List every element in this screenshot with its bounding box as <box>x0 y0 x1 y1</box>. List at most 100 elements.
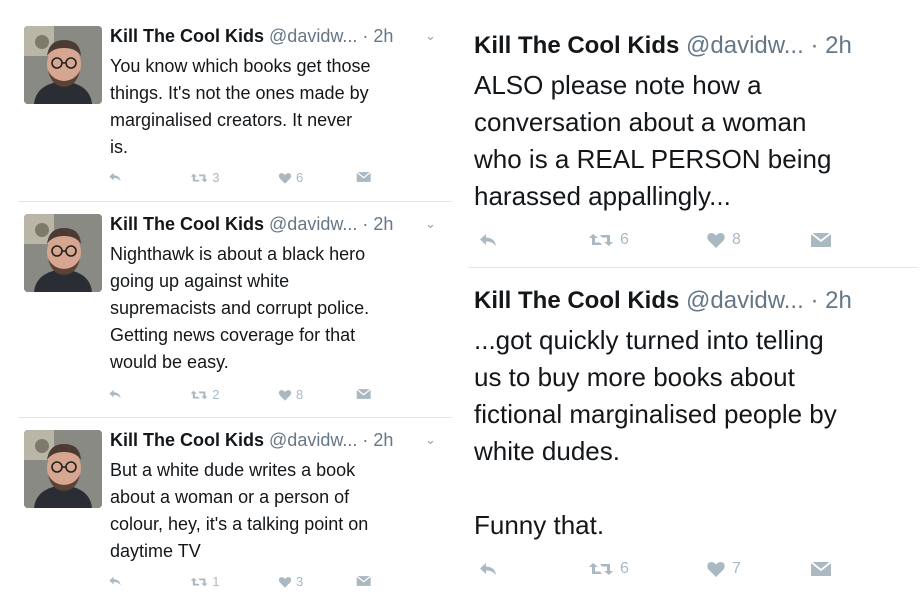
display-name[interactable]: Kill The Cool Kids <box>474 287 679 314</box>
retweet-icon <box>588 559 614 579</box>
like-button[interactable]: 8 <box>706 230 741 250</box>
tweet-header: Kill The Cool Kids @davidw... · 2h <box>474 287 852 315</box>
left-screenshot-panel: Kill The Cool Kids @davidw... · 2h ⌄ You… <box>0 0 456 614</box>
tweet-text-line: things. It's not the ones made by <box>110 83 369 103</box>
like-button[interactable]: 6 <box>278 170 303 185</box>
direct-message-button[interactable] <box>356 574 372 588</box>
tweet-text-line: white dudes. <box>474 436 620 466</box>
chevron-down-icon[interactable]: ⌄ <box>425 432 436 448</box>
direct-message-icon <box>810 230 832 250</box>
direct-message-icon <box>810 559 832 579</box>
timestamp[interactable]: · 2h <box>362 26 393 46</box>
reply-icon <box>478 230 498 250</box>
reply-button[interactable] <box>108 170 122 184</box>
tweet-text-line: daytime TV <box>110 541 201 561</box>
tweet-text: ALSO please note how a conversation abou… <box>474 67 914 215</box>
heart-icon <box>278 171 292 185</box>
right-screenshot-panel: Kill The Cool Kids @davidw... · 2h ALSO … <box>456 0 922 614</box>
tweet-text-line <box>474 470 914 507</box>
timestamp[interactable]: · 2h <box>810 287 851 314</box>
user-handle[interactable]: @davidw... <box>686 287 804 314</box>
divider <box>468 267 918 268</box>
tweet-text-line: supremacists and corrupt police. <box>110 298 370 318</box>
retweet-button[interactable]: 3 <box>190 170 219 185</box>
display-name[interactable]: Kill The Cool Kids <box>110 26 264 46</box>
user-handle[interactable]: @davidw... <box>269 214 357 234</box>
avatar[interactable] <box>24 26 102 104</box>
tweet-text-line: You know which books get those <box>110 56 371 76</box>
like-button[interactable]: 8 <box>278 387 303 402</box>
display-name[interactable]: Kill The Cool Kids <box>474 32 679 59</box>
tweet-text-line: marginalised creators. It never <box>110 110 353 130</box>
retweet-button[interactable]: 6 <box>588 230 629 250</box>
avatar[interactable] <box>24 430 102 508</box>
direct-message-icon <box>356 574 372 588</box>
retweet-button[interactable]: 6 <box>588 559 629 579</box>
tweet-text-line: going up against white <box>110 271 290 291</box>
reply-button[interactable] <box>108 574 122 588</box>
reply-button[interactable] <box>108 387 122 401</box>
chevron-down-icon[interactable]: ⌄ <box>425 28 436 44</box>
tweet-text-line: Getting news coverage for that <box>110 325 356 345</box>
tweet-header: Kill The Cool Kids @davidw... · 2h <box>110 26 393 47</box>
reply-button[interactable] <box>478 559 498 579</box>
tweet-text: You know which books get those things. I… <box>110 53 450 161</box>
tweet-header: Kill The Cool Kids @davidw... · 2h <box>110 430 393 451</box>
avatar[interactable] <box>24 214 102 292</box>
user-handle[interactable]: @davidw... <box>269 430 357 450</box>
timestamp[interactable]: · 2h <box>362 214 393 234</box>
tweet-text: Nighthawk is about a black hero going up… <box>110 241 450 376</box>
direct-message-button[interactable] <box>810 559 832 579</box>
tweet-text-line: who is a REAL PERSON being <box>474 144 832 174</box>
retweet-count: 6 <box>620 560 629 577</box>
retweet-count: 3 <box>212 170 220 185</box>
retweet-icon <box>190 171 208 185</box>
heart-icon <box>706 230 726 250</box>
tweet-text: But a white dude writes a book about a w… <box>110 457 450 565</box>
reply-icon <box>108 387 122 401</box>
like-count: 3 <box>296 574 304 589</box>
chevron-down-icon[interactable]: ⌄ <box>425 216 436 232</box>
tweet-text-line: Nighthawk is about a black hero <box>110 244 366 264</box>
direct-message-button[interactable] <box>810 230 832 250</box>
divider <box>18 417 452 418</box>
direct-message-icon <box>356 170 372 184</box>
user-handle[interactable]: @davidw... <box>686 32 804 59</box>
retweet-icon <box>588 230 614 250</box>
display-name[interactable]: Kill The Cool Kids <box>110 214 264 234</box>
timestamp[interactable]: · 2h <box>362 430 393 450</box>
heart-icon <box>278 388 292 402</box>
reply-button[interactable] <box>478 230 498 250</box>
user-handle[interactable]: @davidw... <box>269 26 357 46</box>
tweet-text: ...got quickly turned into telling us to… <box>474 322 914 544</box>
direct-message-icon <box>356 387 372 401</box>
display-name[interactable]: Kill The Cool Kids <box>110 430 264 450</box>
timestamp[interactable]: · 2h <box>810 32 851 59</box>
like-count: 8 <box>296 387 304 402</box>
tweet-text-line: But a white dude writes a book <box>110 460 356 480</box>
tweet-text-line: harassed appallingly... <box>474 181 731 211</box>
tweet-text-line: ALSO please note how a <box>474 70 762 100</box>
like-button[interactable]: 7 <box>706 559 741 579</box>
retweet-icon <box>190 388 208 402</box>
tweet-text-line: about a woman or a person of <box>110 487 350 507</box>
tweet-text-line: colour, hey, it's a talking point on <box>110 514 369 534</box>
heart-icon <box>278 575 292 589</box>
tweet-text-line: fictional marginalised people by <box>474 399 837 429</box>
divider <box>18 201 452 202</box>
retweet-button[interactable]: 1 <box>190 574 219 589</box>
like-count: 8 <box>732 231 741 248</box>
retweet-button[interactable]: 2 <box>190 387 219 402</box>
like-count: 7 <box>732 560 741 577</box>
reply-icon <box>108 170 122 184</box>
like-count: 6 <box>296 170 304 185</box>
like-button[interactable]: 3 <box>278 574 303 589</box>
tweet-header: Kill The Cool Kids @davidw... · 2h <box>474 32 852 60</box>
retweet-icon <box>190 575 208 589</box>
tweet-text-line: Funny that. <box>474 510 605 540</box>
retweet-count: 1 <box>212 574 220 589</box>
retweet-count: 2 <box>212 387 220 402</box>
direct-message-button[interactable] <box>356 387 372 401</box>
direct-message-button[interactable] <box>356 170 372 184</box>
heart-icon <box>706 559 726 579</box>
